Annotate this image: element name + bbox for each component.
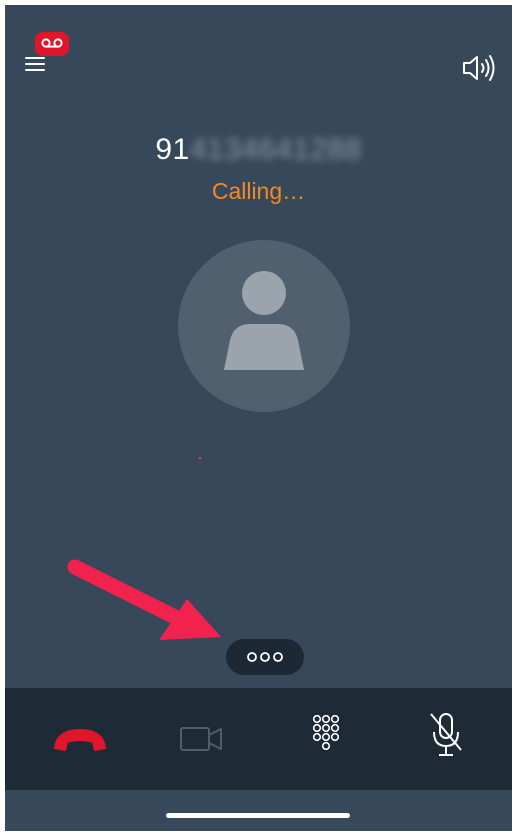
mute-button[interactable] bbox=[401, 688, 491, 790]
speaker-icon bbox=[463, 55, 495, 81]
home-indicator[interactable] bbox=[166, 813, 350, 818]
menu-icon bbox=[25, 57, 45, 59]
more-options-button[interactable] bbox=[226, 639, 304, 675]
keypad-button[interactable] bbox=[281, 688, 371, 790]
call-controls-bar bbox=[5, 688, 512, 790]
call-screen: 914134641288 Calling… bbox=[5, 5, 512, 831]
stray-red-dot bbox=[199, 457, 201, 459]
phone-number-prefix: 91 bbox=[155, 133, 190, 166]
more-horizontal-icon bbox=[247, 652, 283, 662]
dialpad-icon bbox=[312, 714, 340, 751]
phone-hangup-icon bbox=[54, 729, 106, 751]
voicemail-badge[interactable] bbox=[35, 32, 69, 56]
end-call-button[interactable] bbox=[35, 688, 125, 790]
video-camera-icon bbox=[180, 727, 222, 751]
annotation-arrow bbox=[67, 559, 221, 640]
call-status: Calling… bbox=[211, 178, 306, 204]
video-button[interactable] bbox=[157, 688, 247, 790]
speaker-button[interactable] bbox=[460, 51, 500, 85]
microphone-muted-icon bbox=[430, 713, 462, 756]
home-area bbox=[5, 790, 512, 831]
person-icon bbox=[224, 271, 304, 370]
top-bar bbox=[5, 5, 512, 125]
voicemail-icon bbox=[41, 38, 63, 48]
avatar bbox=[178, 240, 350, 412]
phone-number-redacted: 4134641288 bbox=[189, 133, 362, 166]
phone-number: 914134641288 bbox=[5, 133, 512, 167]
